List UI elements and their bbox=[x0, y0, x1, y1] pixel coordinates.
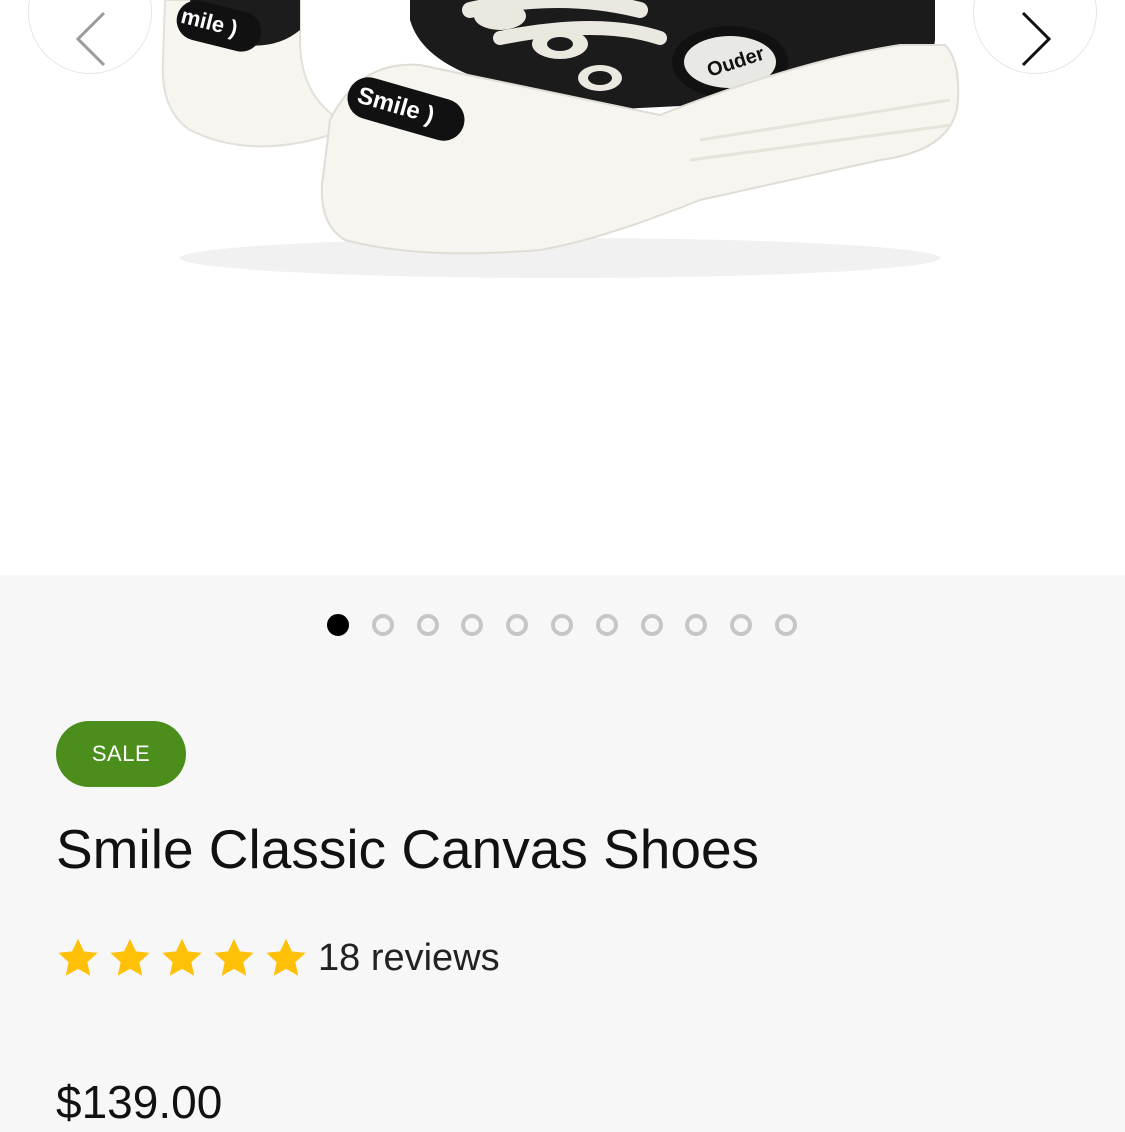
product-price: $139.00 bbox=[56, 1076, 223, 1128]
pagination-dot-4[interactable] bbox=[461, 614, 484, 636]
pagination-dot-11[interactable] bbox=[774, 614, 797, 636]
reviews-link[interactable]: 18 reviews bbox=[318, 932, 500, 984]
rating-summary[interactable]: 18 reviews bbox=[56, 932, 500, 984]
pagination-dot-2[interactable] bbox=[371, 614, 394, 636]
star-icon bbox=[266, 938, 306, 976]
star-icon bbox=[58, 938, 98, 976]
pagination-dot-7[interactable] bbox=[595, 614, 618, 636]
product-gallery: mile ) Ouder Smile ) bbox=[0, 0, 1125, 575]
pagination-dot-8[interactable] bbox=[640, 614, 663, 636]
chevron-right-icon bbox=[1021, 11, 1052, 67]
pagination-dot-3[interactable] bbox=[416, 614, 439, 636]
star-icon bbox=[214, 938, 254, 976]
pagination-dot-9[interactable] bbox=[685, 614, 708, 636]
pagination-dot-1[interactable] bbox=[327, 614, 349, 636]
pagination-dot-6[interactable] bbox=[550, 614, 573, 636]
chevron-left-icon bbox=[75, 11, 106, 67]
product-image: mile ) Ouder Smile ) bbox=[161, 0, 960, 278]
pagination-dot-5[interactable] bbox=[506, 614, 529, 636]
sale-badge: SALE bbox=[56, 721, 186, 787]
product-title: Smile Classic Canvas Shoes bbox=[56, 818, 760, 880]
pagination-dot-10[interactable] bbox=[730, 614, 753, 636]
star-icon bbox=[110, 938, 150, 976]
star-icon bbox=[162, 938, 202, 976]
gallery-pagination-dots bbox=[327, 614, 820, 636]
